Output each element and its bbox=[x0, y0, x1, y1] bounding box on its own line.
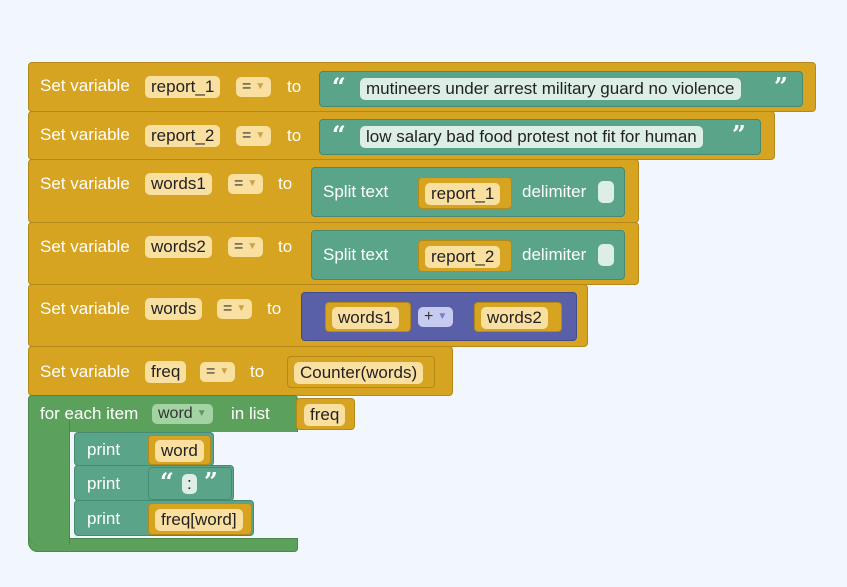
operator-value: = bbox=[206, 363, 216, 381]
set-words1-block[interactable]: Set variable words1 = ▼ to Split text rep… bbox=[28, 159, 639, 223]
open-quote-icon: “ bbox=[160, 467, 174, 496]
chevron-down-icon: ▼ bbox=[196, 408, 207, 419]
print-block[interactable]: print word bbox=[74, 432, 214, 466]
string-value[interactable]: mutineers under arrest military guard no… bbox=[360, 78, 741, 100]
set-report-1-block[interactable]: Set variable report_1 = ▼ to “ mutineers … bbox=[28, 62, 816, 112]
set-report-2-block[interactable]: Set variable report_2 = ▼ to “ low salary… bbox=[28, 111, 775, 160]
chevron-down-icon: ▼ bbox=[219, 366, 230, 377]
operator-dropdown[interactable]: = ▼ bbox=[236, 77, 272, 97]
expression-value[interactable]: Counter(words) bbox=[294, 362, 424, 384]
open-quote-icon: “ bbox=[332, 72, 346, 101]
set-variable-label: Set variable bbox=[40, 362, 130, 381]
set-variable-label: Set variable bbox=[40, 237, 130, 256]
variable-name[interactable]: freq bbox=[304, 404, 346, 426]
operator-dropdown[interactable]: = ▼ bbox=[200, 362, 236, 382]
loop-variable-value: word bbox=[158, 405, 193, 423]
chevron-down-icon: ▼ bbox=[247, 178, 258, 189]
variable-name[interactable]: words1 bbox=[145, 173, 212, 195]
set-words2-block[interactable]: Set variable words2 = ▼ to Split text rep… bbox=[28, 222, 639, 285]
variable-name[interactable]: freq bbox=[145, 361, 187, 383]
delimiter-label: delimiter bbox=[522, 182, 587, 201]
variable-name[interactable]: report_2 bbox=[145, 125, 221, 147]
split-text-block[interactable]: Split text report_1 delimiter bbox=[311, 167, 625, 217]
concat-operator-dropdown[interactable]: + ▼ bbox=[418, 307, 454, 327]
to-label: to bbox=[267, 299, 282, 318]
operator-dropdown[interactable]: = ▼ bbox=[217, 299, 253, 319]
print-label: print bbox=[87, 509, 121, 528]
list-reference-block[interactable]: freq bbox=[296, 398, 355, 430]
to-label: to bbox=[287, 126, 302, 145]
variable-name[interactable]: words1 bbox=[332, 307, 399, 329]
variable-reference-block[interactable]: words1 bbox=[325, 302, 411, 332]
close-quote-icon: ” bbox=[204, 467, 218, 496]
variable-name[interactable]: words2 bbox=[145, 236, 212, 258]
variable-name[interactable]: words2 bbox=[481, 307, 548, 329]
loop-variable-dropdown[interactable]: word ▼ bbox=[152, 404, 213, 424]
variable-name[interactable]: word bbox=[155, 440, 204, 462]
print-block[interactable]: print “ : ” bbox=[74, 465, 234, 501]
variable-reference-block[interactable]: word bbox=[148, 435, 211, 465]
delimiter-label: delimiter bbox=[522, 245, 587, 264]
to-label: to bbox=[278, 237, 293, 256]
chevron-down-icon: ▼ bbox=[247, 241, 258, 252]
set-variable-label: Set variable bbox=[40, 299, 130, 318]
open-quote-icon: “ bbox=[332, 120, 346, 149]
operator-dropdown[interactable]: = ▼ bbox=[236, 126, 272, 146]
variable-reference-block[interactable]: report_2 bbox=[418, 240, 512, 272]
operator-dropdown[interactable]: = ▼ bbox=[228, 174, 264, 194]
text-string-block[interactable]: “ : ” bbox=[148, 467, 232, 500]
in-list-label: in list bbox=[231, 404, 270, 423]
set-variable-label: Set variable bbox=[40, 76, 130, 95]
split-text-label: Split text bbox=[323, 245, 389, 264]
chevron-down-icon: ▼ bbox=[437, 311, 448, 322]
set-variable-label: Set variable bbox=[40, 174, 130, 193]
text-string-block[interactable]: “ low salary bad food protest not fit fo… bbox=[319, 119, 761, 155]
expression-block[interactable]: Counter(words) bbox=[287, 356, 435, 388]
string-value[interactable]: : bbox=[182, 474, 197, 494]
operator-dropdown[interactable]: = ▼ bbox=[228, 237, 264, 257]
list-concat-block[interactable]: words1 + ▼ words2 bbox=[301, 292, 577, 341]
operator-value: = bbox=[242, 78, 252, 96]
variable-reference-block[interactable]: words2 bbox=[474, 302, 562, 332]
chevron-down-icon: ▼ bbox=[255, 81, 266, 92]
chevron-down-icon: ▼ bbox=[255, 130, 266, 141]
operator-value: = bbox=[223, 300, 233, 318]
close-quote-icon: ” bbox=[774, 72, 788, 101]
chevron-down-icon: ▼ bbox=[236, 303, 247, 314]
print-label: print bbox=[87, 474, 121, 493]
variable-name[interactable]: words bbox=[145, 298, 203, 320]
delimiter-input[interactable] bbox=[598, 244, 614, 266]
print-block[interactable]: print freq[word] bbox=[74, 500, 254, 536]
print-label: print bbox=[87, 440, 121, 459]
variable-name[interactable]: report_1 bbox=[425, 183, 501, 205]
text-string-block[interactable]: “ mutineers under arrest military guard … bbox=[319, 71, 803, 107]
operator-value: = bbox=[234, 175, 244, 193]
set-freq-block[interactable]: Set variable freq = ▼ to Counter(words) bbox=[28, 346, 453, 396]
split-text-label: Split text bbox=[323, 182, 389, 201]
operator-value: = bbox=[242, 127, 252, 145]
operator-value: = bbox=[234, 238, 244, 256]
expression-value[interactable]: freq[word] bbox=[155, 509, 243, 531]
to-label: to bbox=[278, 174, 293, 193]
set-variable-label: Set variable bbox=[40, 125, 130, 144]
set-words-block[interactable]: Set variable words = ▼ to words1 + ▼ words… bbox=[28, 284, 588, 347]
close-quote-icon: ” bbox=[732, 120, 746, 149]
variable-name[interactable]: report_1 bbox=[145, 76, 221, 98]
string-value[interactable]: low salary bad food protest not fit for … bbox=[360, 126, 703, 148]
to-label: to bbox=[250, 362, 265, 381]
split-text-block[interactable]: Split text report_2 delimiter bbox=[311, 230, 625, 280]
to-label: to bbox=[287, 77, 302, 96]
expression-block[interactable]: freq[word] bbox=[148, 503, 252, 535]
variable-name[interactable]: report_2 bbox=[425, 246, 501, 268]
variable-reference-block[interactable]: report_1 bbox=[418, 177, 512, 209]
delimiter-input[interactable] bbox=[598, 181, 614, 203]
operator-value: + bbox=[424, 308, 434, 326]
loop-left-arm bbox=[28, 420, 70, 545]
